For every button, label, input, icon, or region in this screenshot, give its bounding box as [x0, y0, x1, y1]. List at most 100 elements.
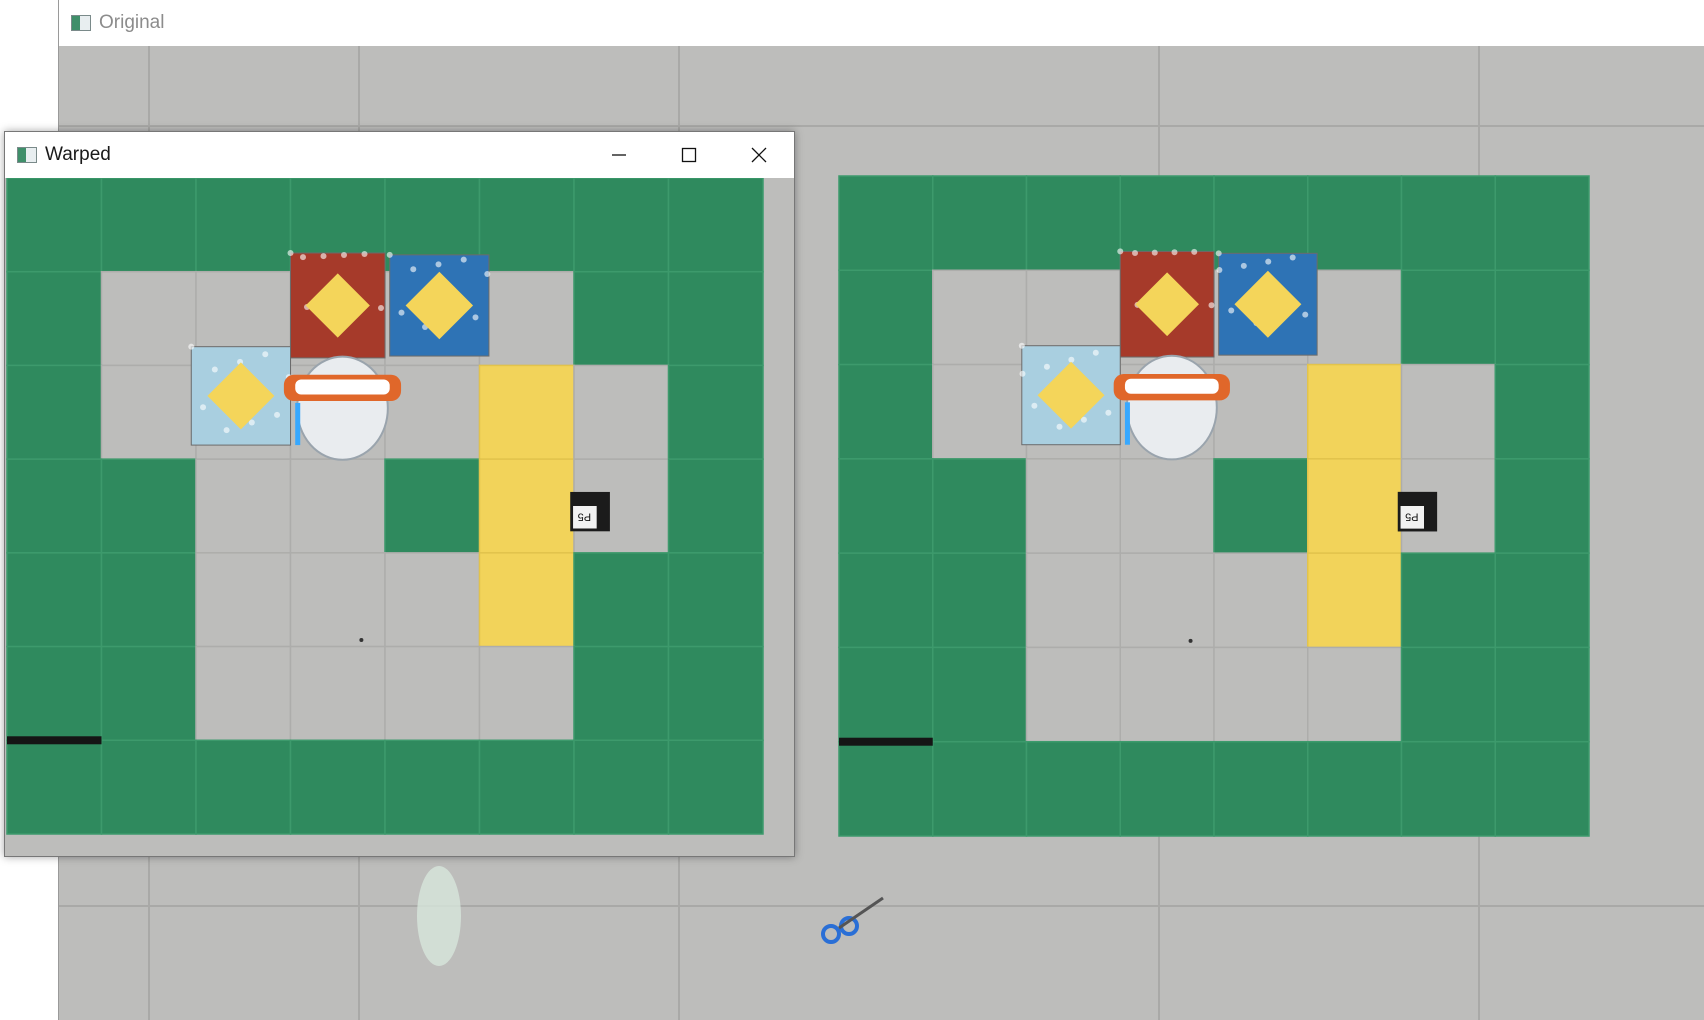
maximize-button[interactable] — [654, 132, 724, 178]
board-tile — [667, 645, 764, 742]
board-tile — [667, 739, 764, 835]
warped-board: P5 — [6, 178, 764, 835]
board-tile — [6, 270, 103, 367]
p5-sign: P5 — [1397, 491, 1438, 532]
board-tile — [1307, 175, 1403, 272]
board-tile — [100, 552, 197, 648]
warped-camera-view: P5 — [5, 178, 794, 856]
board-tile — [6, 645, 103, 742]
board-tile — [932, 458, 1028, 554]
board-tile — [838, 363, 934, 460]
maximize-icon — [681, 147, 697, 163]
board-tile — [573, 739, 670, 835]
board-tile — [1307, 552, 1403, 649]
board-tile — [1494, 740, 1590, 837]
warped-title: Warped — [45, 144, 111, 165]
warped-titlebar[interactable]: Warped — [5, 132, 794, 178]
p5-sign-text: P5 — [578, 510, 591, 522]
board-tile — [573, 364, 670, 460]
board-tile — [478, 178, 575, 273]
board-tile — [195, 178, 292, 273]
board-tile — [1307, 740, 1403, 837]
board-tile — [838, 175, 934, 272]
board-tile — [100, 739, 197, 835]
board-tile — [195, 552, 292, 648]
board-tile — [1494, 646, 1590, 743]
red-box — [287, 249, 386, 359]
close-button[interactable] — [724, 132, 794, 178]
board-tile — [6, 364, 103, 460]
board-tile — [1213, 458, 1309, 554]
board-tile — [573, 178, 670, 273]
board-tile — [838, 269, 934, 366]
board-tile — [289, 552, 386, 648]
board-tile — [1119, 740, 1215, 837]
board-tile — [384, 645, 481, 742]
board-tile — [1119, 458, 1215, 554]
board-tile — [195, 645, 292, 742]
board-tile — [1494, 363, 1590, 460]
blue-box — [1215, 250, 1318, 356]
minimize-button[interactable] — [584, 132, 654, 178]
board-tile — [195, 458, 292, 554]
board-tile — [478, 270, 575, 367]
board-tile — [932, 269, 1028, 366]
board-tile — [1025, 552, 1121, 649]
board-tile — [1307, 269, 1403, 366]
board-tile — [1213, 646, 1309, 743]
original-title: Original — [99, 12, 165, 33]
warped-window[interactable]: Warped P5 — [4, 131, 795, 857]
board-tile — [838, 740, 934, 837]
board-tile — [1400, 552, 1496, 649]
board-tile — [384, 552, 481, 648]
board-tile — [478, 364, 575, 460]
board-tile — [1494, 458, 1590, 554]
board-tile — [932, 552, 1028, 649]
board-tile — [1400, 740, 1496, 837]
board-tile — [6, 739, 103, 835]
p5-sign-text: P5 — [1405, 511, 1418, 523]
board-tile — [100, 270, 197, 367]
light-box — [188, 343, 292, 446]
board-tile — [932, 363, 1028, 460]
board-tile — [478, 458, 575, 554]
board-tile — [195, 739, 292, 835]
app-icon — [17, 147, 37, 163]
board-tile — [1213, 552, 1309, 649]
start-line — [839, 737, 933, 746]
board-tile — [6, 458, 103, 554]
board-tile — [1494, 269, 1590, 366]
light-box — [1018, 342, 1121, 446]
board-tile — [289, 645, 386, 742]
board-tile — [1400, 646, 1496, 743]
blue-box — [386, 251, 491, 357]
board-tile — [932, 740, 1028, 837]
board-tile — [667, 270, 764, 367]
board-tile — [1025, 175, 1121, 272]
board-tile — [100, 458, 197, 554]
original-board: P5 — [838, 175, 1590, 837]
board-tile — [932, 175, 1028, 272]
board-tile — [6, 178, 103, 273]
board-tile — [1400, 175, 1496, 272]
board-tile — [478, 552, 575, 648]
red-box — [1117, 248, 1215, 358]
board-tile — [289, 458, 386, 554]
board-tile — [1494, 175, 1590, 272]
board-tile — [573, 645, 670, 742]
board-tile — [100, 364, 197, 460]
original-titlebar[interactable]: Original — [59, 0, 1704, 47]
board-tile — [478, 739, 575, 835]
board-tile — [1119, 552, 1215, 649]
board-tile — [838, 646, 934, 743]
board-tile — [384, 458, 481, 554]
board-tile — [932, 646, 1028, 743]
board-tile — [6, 552, 103, 648]
board-tile — [667, 178, 764, 273]
board-tile — [100, 645, 197, 742]
board-tile — [573, 270, 670, 367]
board-tile — [1494, 552, 1590, 649]
board-tile — [667, 364, 764, 460]
minimize-icon — [612, 154, 626, 156]
board-tile — [1213, 740, 1309, 837]
